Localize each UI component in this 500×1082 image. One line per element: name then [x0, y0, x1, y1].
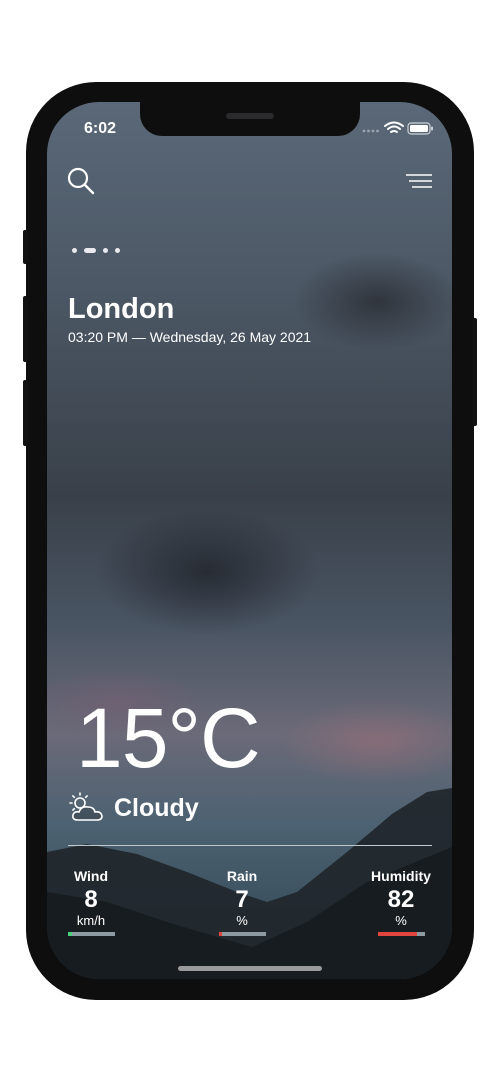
speaker-grill: [226, 113, 274, 119]
page-dot[interactable]: [103, 247, 108, 253]
weather-condition: Cloudy: [114, 794, 199, 822]
power-button: [472, 318, 477, 426]
menu-icon[interactable]: [404, 166, 434, 196]
divider: [68, 845, 432, 846]
page-dot[interactable]: [72, 247, 77, 253]
temperature: 15°C: [76, 691, 261, 785]
stat-wind: Wind 8 km/h: [59, 868, 123, 928]
weather-screen: [47, 102, 452, 979]
volume-down-button: [23, 380, 28, 446]
city-name: London: [68, 293, 175, 325]
page-dot[interactable]: [115, 247, 120, 253]
cellular-signal-icon: [362, 129, 379, 133]
silent-switch: [23, 230, 28, 264]
notch: [140, 102, 360, 136]
stat-rain: Rain 7 %: [210, 868, 274, 928]
stat-value: 7: [235, 886, 249, 913]
volume-up-button: [23, 296, 28, 362]
stat-humidity: Humidity 82 %: [369, 868, 433, 928]
rain-level-fill: [219, 932, 223, 936]
search-icon[interactable]: [66, 166, 96, 196]
stat-label: Rain: [226, 868, 258, 884]
home-indicator[interactable]: [178, 966, 322, 971]
status-time: 6:02: [84, 120, 117, 137]
date-time: 03:20 PM — Wednesday, 26 May 2021: [68, 329, 312, 345]
wifi-icon: [384, 121, 404, 133]
stat-value: 82: [387, 886, 415, 913]
stat-label: Humidity: [371, 868, 431, 884]
stat-value: 8: [84, 886, 98, 913]
rain-level-bar: [219, 932, 266, 936]
stat-unit: %: [236, 913, 248, 928]
partly-cloudy-icon: [69, 792, 103, 821]
status-icons: [362, 121, 433, 135]
stat-unit: km/h: [76, 913, 106, 928]
page-dot-active[interactable]: [84, 247, 96, 253]
page-indicator[interactable]: [72, 246, 120, 254]
stat-label: Wind: [73, 868, 109, 884]
battery-icon: [407, 122, 433, 135]
humidity-level-fill: [378, 932, 417, 936]
humidity-level-bar: [378, 932, 425, 936]
stat-unit: %: [395, 913, 407, 928]
wind-level-bar: [68, 932, 115, 936]
mountain-silhouette: [47, 788, 452, 979]
wind-level-fill: [68, 932, 72, 936]
